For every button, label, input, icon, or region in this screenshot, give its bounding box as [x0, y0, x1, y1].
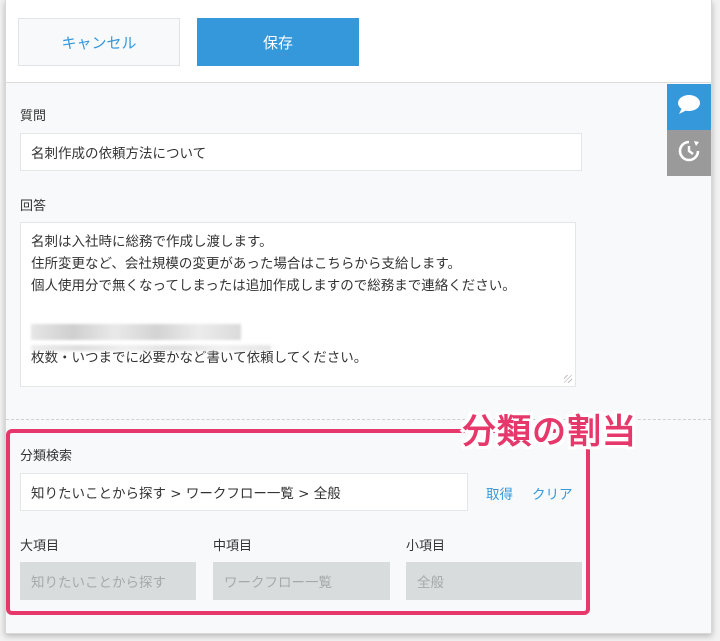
cancel-button[interactable]: キャンセル [18, 18, 180, 66]
resize-handle-icon[interactable] [564, 375, 572, 383]
history-icon [676, 138, 702, 168]
comment-tab[interactable] [667, 84, 711, 130]
answer-line: 住所変更など、会社規模の変更があった場合はこちらから支給します。 [31, 256, 461, 272]
category-search-input[interactable]: 知りたいことから探す > ワークフロー一覧 > 全般 [20, 473, 468, 511]
medium-category-label: 中項目 [213, 539, 253, 554]
save-button[interactable]: 保存 [197, 18, 359, 66]
toolbar: キャンセル 保存 [6, 0, 711, 83]
question-label: 質問 [20, 109, 47, 124]
small-category-label: 小項目 [406, 539, 446, 554]
redacted-text [31, 345, 271, 351]
annotation-callout: 分類の割当 [462, 412, 637, 452]
category-search-label: 分類検索 [20, 449, 73, 464]
medium-category-field: ワークフロー一覧 [213, 562, 390, 600]
fetch-link[interactable]: 取得 [486, 483, 513, 503]
form-content: 質問 名刺作成の依頼方法について 回答 名刺は入社時に総務で作成し渡します。 住… [6, 83, 711, 633]
answer-line: 個人使用分で無くなってしまったは追加作成しますので総務まで連絡ください。 [31, 278, 516, 294]
question-input[interactable]: 名刺作成の依頼方法について [20, 133, 582, 171]
answer-textarea[interactable]: 名刺は入社時に総務で作成し渡します。 住所変更など、会社規模の変更があった場合は… [20, 222, 576, 387]
small-category-field: 全般 [406, 562, 582, 600]
redacted-text [31, 324, 241, 340]
edit-panel: キャンセル 保存 質問 名刺作成の依頼方法について 回答 名刺は入社時に総務で作… [5, 0, 712, 634]
answer-label: 回答 [20, 199, 47, 214]
answer-line: 名刺は入社時に総務で作成し渡します。 [31, 234, 273, 250]
side-tabs [667, 84, 711, 176]
clear-link[interactable]: クリア [532, 483, 573, 503]
comment-icon [676, 94, 702, 120]
large-category-label: 大項目 [20, 539, 60, 554]
large-category-field: 知りたいことから探す [20, 562, 196, 600]
history-tab[interactable] [667, 130, 711, 176]
